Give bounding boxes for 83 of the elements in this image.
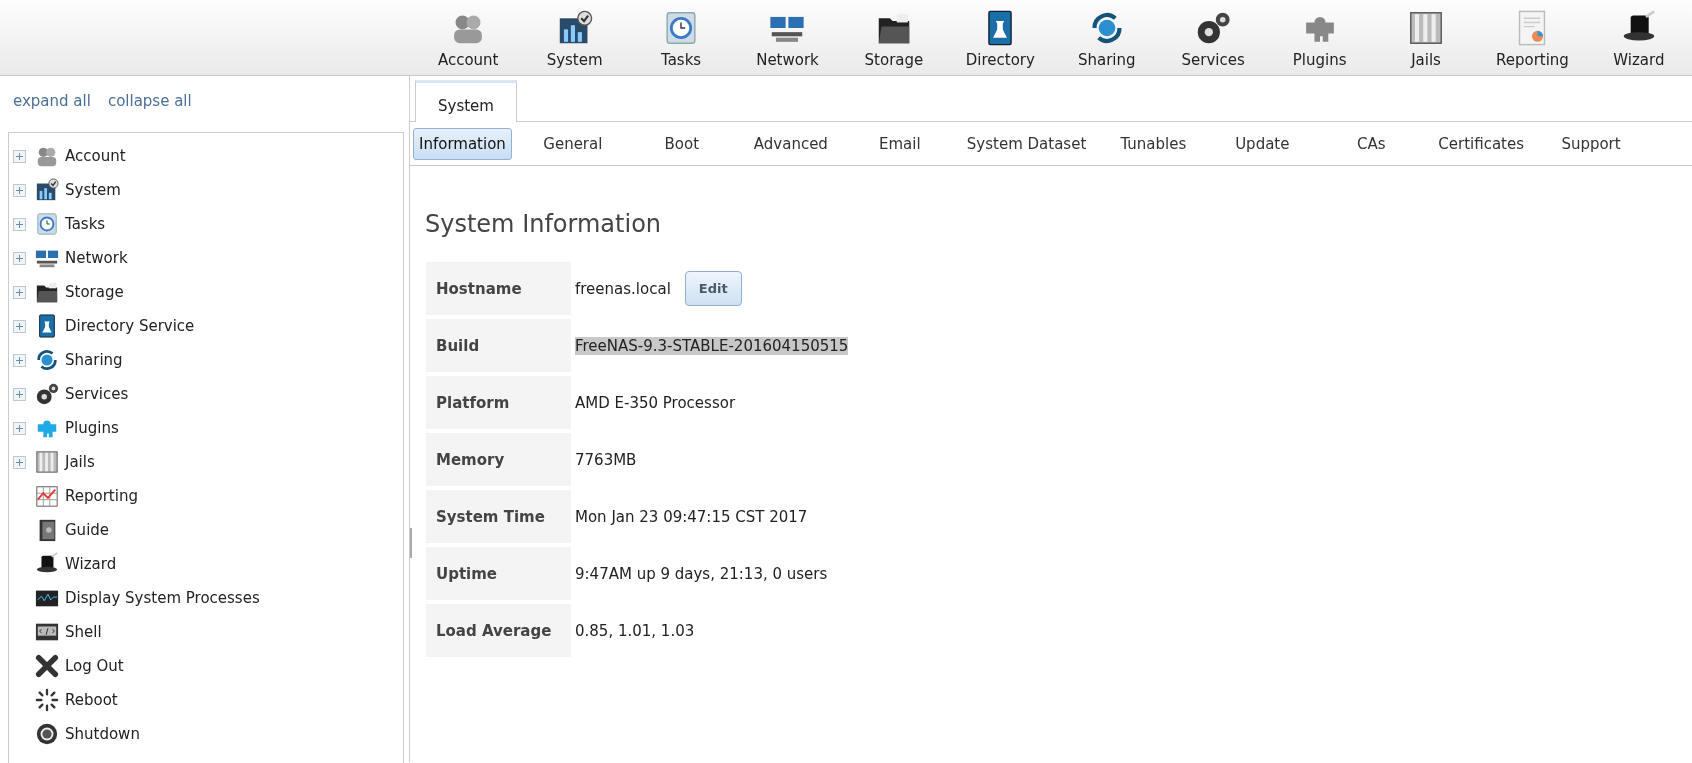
line-chart-icon — [35, 484, 59, 508]
edit-button[interactable]: Edit — [684, 271, 742, 306]
toolbar-button[interactable]: Plugins — [1266, 0, 1373, 75]
toolbar-button[interactable]: Tasks — [627, 0, 735, 75]
expand-toggle[interactable] — [13, 421, 26, 435]
tree-item[interactable]: Guide — [65, 521, 110, 539]
tree-item[interactable]: Reporting — [65, 487, 138, 505]
subtab[interactable]: Support — [1543, 127, 1640, 160]
tree-item[interactable]: Shell — [65, 623, 102, 641]
tree-item[interactable]: Jails — [65, 453, 95, 471]
expand-toggle[interactable] — [13, 285, 26, 299]
tree-item[interactable]: System — [65, 181, 121, 199]
subtab[interactable]: Advanced — [742, 127, 839, 160]
toolbar-button[interactable]: Directory — [947, 0, 1054, 75]
field-label: Platform — [426, 376, 571, 429]
x-icon — [35, 654, 59, 678]
subtab[interactable]: Certificates — [1432, 127, 1531, 160]
tree-item[interactable]: Directory Service — [65, 317, 195, 335]
expand-toggle[interactable] — [13, 319, 26, 333]
expand-toggle[interactable] — [13, 387, 26, 401]
page-title: System Information — [425, 210, 663, 238]
tree-item[interactable]: Sharing — [65, 351, 123, 369]
sync-arrows-icon — [35, 348, 59, 372]
bars-icon — [1408, 10, 1444, 46]
toolbar-button[interactable]: Network — [734, 0, 841, 75]
toolbar-button[interactable]: Account — [415, 0, 522, 75]
tree-item[interactable]: Storage — [65, 283, 124, 301]
tree-item[interactable]: Shutdown — [65, 725, 140, 743]
expand-toggle[interactable] — [13, 353, 26, 367]
tree-item[interactable]: Account — [65, 147, 126, 165]
subtab[interactable]: CAs — [1323, 127, 1420, 160]
splitter-handle[interactable] — [410, 528, 412, 558]
tree-item[interactable]: Wizard — [65, 555, 117, 573]
toolbar-button[interactable]: Services — [1159, 0, 1267, 75]
toolbar-button[interactable]: Reporting — [1479, 0, 1586, 75]
field-label: System Time — [426, 490, 571, 543]
gears-icon — [35, 382, 59, 406]
subtab[interactable]: System Dataset — [960, 127, 1093, 160]
toolbar-button[interactable]: System — [521, 0, 628, 75]
tree-item[interactable]: Network — [65, 249, 128, 267]
toolbar-button[interactable]: Wizard — [1585, 0, 1692, 75]
tree-item[interactable]: Tasks — [65, 215, 106, 233]
toolbar-button[interactable]: Storage — [840, 0, 948, 75]
subtab[interactable]: Tunables — [1105, 127, 1202, 160]
tree-item[interactable]: Plugins — [65, 419, 119, 437]
expand-toggle[interactable] — [13, 183, 26, 197]
field-label: Uptime — [426, 547, 571, 600]
tree-item[interactable]: Services — [65, 385, 129, 403]
expand-toggle[interactable] — [13, 455, 26, 469]
chart-check-icon — [35, 178, 59, 202]
field-label: Memory — [426, 433, 571, 486]
subtab[interactable]: Boot — [633, 127, 730, 160]
tree-item[interactable]: Display System Processes — [65, 589, 260, 607]
power-circle-icon — [35, 722, 59, 746]
field-label: Load Average — [426, 604, 571, 657]
field-value: freenas.local — [575, 279, 671, 298]
subtab[interactable]: Update — [1214, 127, 1311, 160]
tree-link[interactable]: collapse all — [107, 92, 192, 116]
field-value: AMD E-350 Processor — [575, 393, 736, 412]
subtab[interactable]: General — [524, 127, 621, 160]
gears-icon — [1195, 10, 1232, 46]
tree-item[interactable]: Reboot — [65, 691, 118, 709]
field-label: Build — [426, 319, 571, 372]
field-value: Mon Jan 23 09:47:15 CST 2017 — [575, 507, 808, 526]
subtab[interactable]: Information — [413, 127, 512, 160]
toolbar-button[interactable]: Jails — [1372, 0, 1480, 75]
field-label: Hostname — [426, 262, 571, 315]
toolbar-button[interactable]: Sharing — [1053, 0, 1160, 75]
clock-icon — [35, 212, 59, 236]
subtab[interactable]: Email — [851, 127, 948, 160]
expand-toggle[interactable] — [13, 149, 26, 163]
tree-item[interactable]: Log Out — [65, 657, 124, 675]
field-value: FreeNAS-9.3-STABLE-201604150515 — [575, 336, 849, 355]
tab[interactable]: System — [415, 80, 517, 122]
folder-icon — [35, 280, 59, 304]
spinner-icon — [35, 688, 59, 712]
field-value: 9:47AM up 9 days, 21:13, 0 users — [575, 564, 828, 583]
field-value: 0.85, 1.01, 1.03 — [575, 621, 695, 640]
bars-icon — [35, 450, 59, 474]
field-value: 7763MB — [575, 450, 637, 469]
expand-toggle[interactable] — [13, 251, 26, 265]
tree-link[interactable]: expand all — [13, 92, 91, 116]
expand-toggle[interactable] — [13, 217, 26, 231]
